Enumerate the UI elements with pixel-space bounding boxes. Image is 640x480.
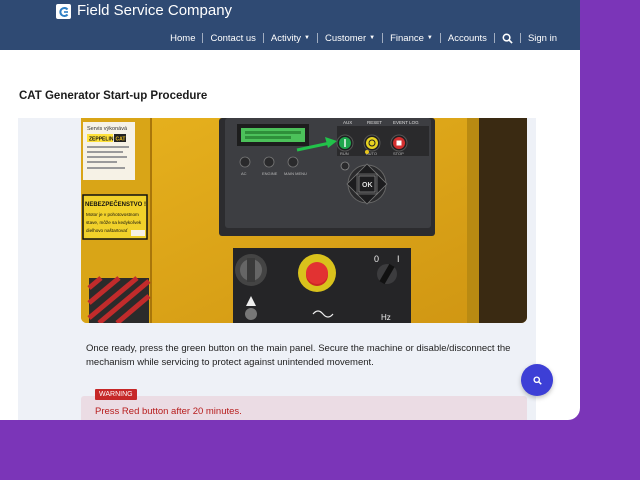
nav-finance-label: Finance <box>390 32 424 44</box>
chevron-down-icon: ▼ <box>426 35 433 41</box>
main-nav: Home Contact us Activity ▼ Customer ▼ Fina… <box>163 31 564 45</box>
nav-accounts[interactable]: Accounts <box>441 33 494 44</box>
danger-sign-line: Motor je v pohotovostnom <box>86 212 139 217</box>
control-label-mainmenu: MAIN MENU <box>284 171 307 176</box>
brand-name[interactable]: Field Service Company <box>77 2 232 20</box>
top-navbar: Field Service Company Home Contact us Ac… <box>0 0 580 50</box>
switch-label-on: I <box>397 254 400 264</box>
nav-contact-label: Contact us <box>210 32 256 44</box>
nav-customer-dropdown[interactable]: Customer ▼ <box>318 33 382 44</box>
warning-badge: WARNING <box>95 389 137 400</box>
nav-finance-dropdown[interactable]: Finance ▼ <box>383 33 440 44</box>
page-title: CAT Generator Start-up Procedure <box>19 90 208 102</box>
floating-search-button[interactable] <box>521 364 553 396</box>
nav-accounts-label: Accounts <box>447 32 487 44</box>
nav-search-button[interactable] <box>495 33 520 44</box>
nav-activity-label: Activity <box>270 32 301 44</box>
generator-panel-photo: Servis výkonává ZEPPELIN CAT NEBEZPEČENS… <box>81 118 527 323</box>
chevron-down-icon: ▼ <box>369 35 376 41</box>
button-label-run: RUN <box>340 151 349 156</box>
switch-label-off: 0 <box>374 254 379 264</box>
signin-label: Sign in <box>527 32 557 44</box>
nav-contact[interactable]: Contact us <box>203 33 262 44</box>
danger-sign-title: NEBEZPEČENSTVO ! <box>85 201 146 208</box>
panel-label-eventlog: EVENT LOG <box>393 120 419 125</box>
company-logo-icon[interactable] <box>56 4 71 19</box>
meter-label-hz: Hz <box>381 313 391 322</box>
cat-logo-text: CAT <box>116 137 126 143</box>
chevron-down-icon: ▼ <box>304 35 310 41</box>
nav-activity-dropdown[interactable]: Activity ▼ <box>264 33 317 44</box>
nav-home[interactable]: Home <box>163 33 202 44</box>
zeppelin-logo-text: ZEPPELIN <box>89 137 114 143</box>
warning-text: Press Red button after 20 minutes. <box>95 406 242 417</box>
nav-home-label: Home <box>170 32 196 44</box>
panel-label-aux: AUX <box>343 120 352 125</box>
nav-signin[interactable]: Sign in <box>521 33 564 44</box>
search-icon <box>532 375 542 385</box>
control-label-engine: ENGINE <box>262 171 278 176</box>
app-window: Field Service Company Home Contact us Ac… <box>0 0 580 420</box>
button-label-stop: STOP <box>393 151 404 156</box>
ok-button-label: OK <box>362 182 373 189</box>
nav-customer-label: Customer <box>324 32 367 44</box>
panel-label-reset: RESET <box>367 120 382 125</box>
danger-sign-line: dielhovo naštartovať <box>86 228 128 233</box>
instruction-text: Once ready, press the green button on th… <box>86 343 511 368</box>
control-label-ac: AC <box>241 171 247 176</box>
danger-sign-line: stave, môže sa kedykoľvek <box>86 220 142 225</box>
sticker-text: Servis výkonává <box>87 126 128 132</box>
search-icon <box>502 33 513 44</box>
